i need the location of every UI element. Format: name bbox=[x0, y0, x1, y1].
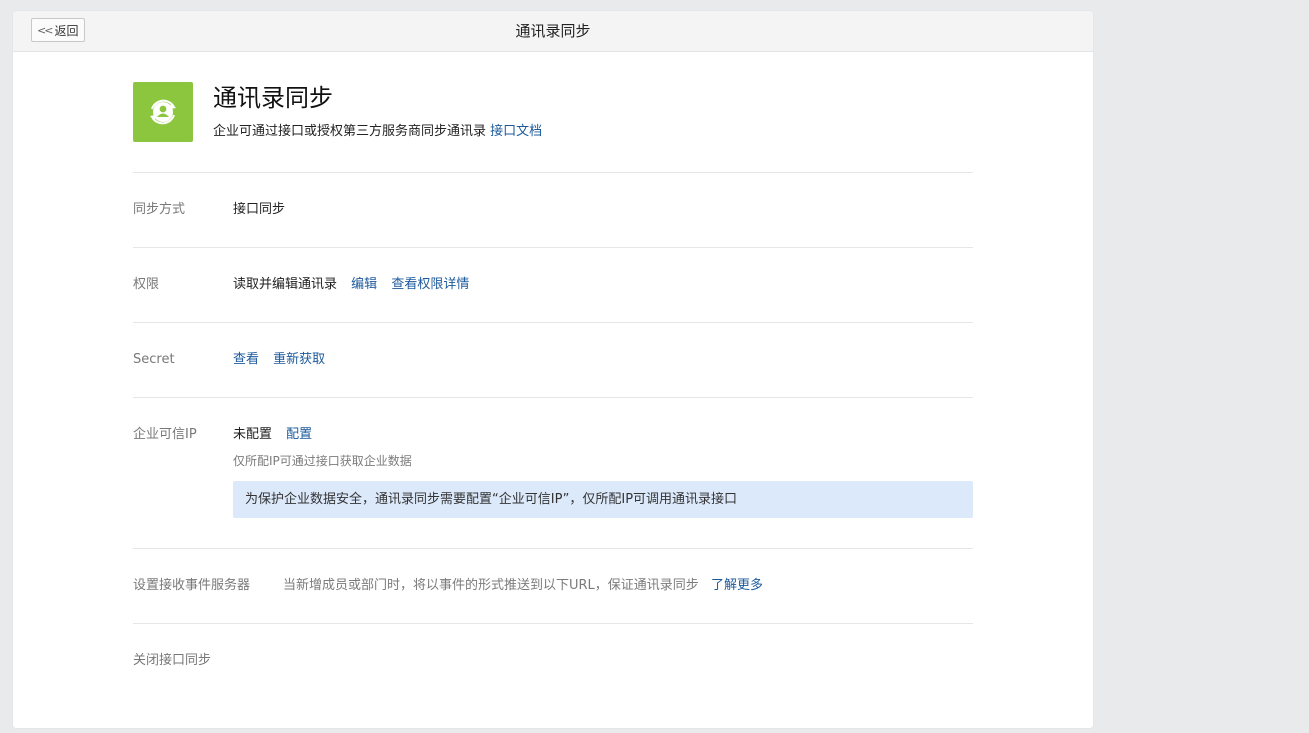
permission-label: 权限 bbox=[133, 277, 160, 292]
refresh-secret-link[interactable]: 重新获取 bbox=[273, 352, 325, 367]
api-doc-link[interactable]: 接口文档 bbox=[490, 124, 542, 139]
app-header: 通讯录同步 企业可通过接口或授权第三方服务商同步通讯录 接口文档 bbox=[133, 52, 973, 173]
event-server-description: 当新增成员或部门时，将以事件的形式推送到以下URL，保证通讯录同步 了解更多 bbox=[283, 576, 763, 596]
trusted-ip-hint: 仅所配IP可通过接口获取企业数据 bbox=[233, 454, 412, 468]
view-secret-link[interactable]: 查看 bbox=[233, 352, 259, 367]
trusted-ip-row: 企业可信IP 未配置 配置 仅所配IP可通过接口获取企业数据 为保护企业数据安全… bbox=[133, 398, 973, 549]
app-description: 企业可通过接口或授权第三方服务商同步通讯录 接口文档 bbox=[213, 122, 542, 142]
app-title: 通讯录同步 bbox=[213, 84, 333, 112]
secret-row: Secret 查看 重新获取 bbox=[133, 323, 973, 398]
app-description-text: 企业可通过接口或授权第三方服务商同步通讯录 bbox=[213, 124, 487, 139]
set-event-server-link[interactable]: 设置接收事件服务器 bbox=[133, 576, 250, 596]
trusted-ip-notice: 为保护企业数据安全，通讯录同步需要配置“企业可信IP”，仅所配IP可调用通讯录接… bbox=[233, 481, 973, 518]
permission-row: 权限 读取并编辑通讯录 编辑 查看权限详情 bbox=[133, 248, 973, 323]
event-server-row: 设置接收事件服务器 当新增成员或部门时，将以事件的形式推送到以下URL，保证通讯… bbox=[133, 549, 973, 624]
secret-actions: 查看 重新获取 bbox=[233, 350, 325, 370]
close-sync-row: 关闭接口同步 bbox=[133, 624, 973, 698]
learn-more-link[interactable]: 了解更多 bbox=[711, 578, 763, 593]
sync-mode-row: 同步方式 接口同步 bbox=[133, 173, 973, 248]
sync-mode-value: 接口同步 bbox=[233, 202, 286, 217]
trusted-ip-label: 企业可信IP bbox=[133, 427, 197, 442]
trusted-ip-status: 未配置 bbox=[233, 427, 273, 442]
contact-sync-icon bbox=[133, 82, 193, 142]
event-server-description-text: 当新增成员或部门时，将以事件的形式推送到以下URL，保证通讯录同步 bbox=[283, 578, 699, 593]
sync-mode-label: 同步方式 bbox=[133, 202, 186, 217]
edit-permission-link[interactable]: 编辑 bbox=[351, 277, 377, 292]
top-bar: << 返回 通讯录同步 bbox=[13, 11, 1093, 52]
permission-value-group: 读取并编辑通讯录 编辑 查看权限详情 bbox=[233, 275, 469, 295]
permission-value: 读取并编辑通讯录 bbox=[233, 277, 338, 292]
configure-ip-link[interactable]: 配置 bbox=[286, 427, 312, 442]
page-title: 通讯录同步 bbox=[515, 22, 591, 40]
close-api-sync-link[interactable]: 关闭接口同步 bbox=[133, 651, 211, 671]
trusted-ip-value-group: 未配置 配置 bbox=[233, 425, 312, 445]
permission-details-link[interactable]: 查看权限详情 bbox=[391, 277, 469, 292]
secret-label: Secret bbox=[133, 352, 175, 367]
main-card: << 返回 通讯录同步 通讯录同步 企业可通过接口或授权第三方服务商同步通讯录 bbox=[13, 11, 1093, 728]
content-area: 通讯录同步 企业可通过接口或授权第三方服务商同步通讯录 接口文档 同步方式 接口… bbox=[133, 52, 973, 698]
